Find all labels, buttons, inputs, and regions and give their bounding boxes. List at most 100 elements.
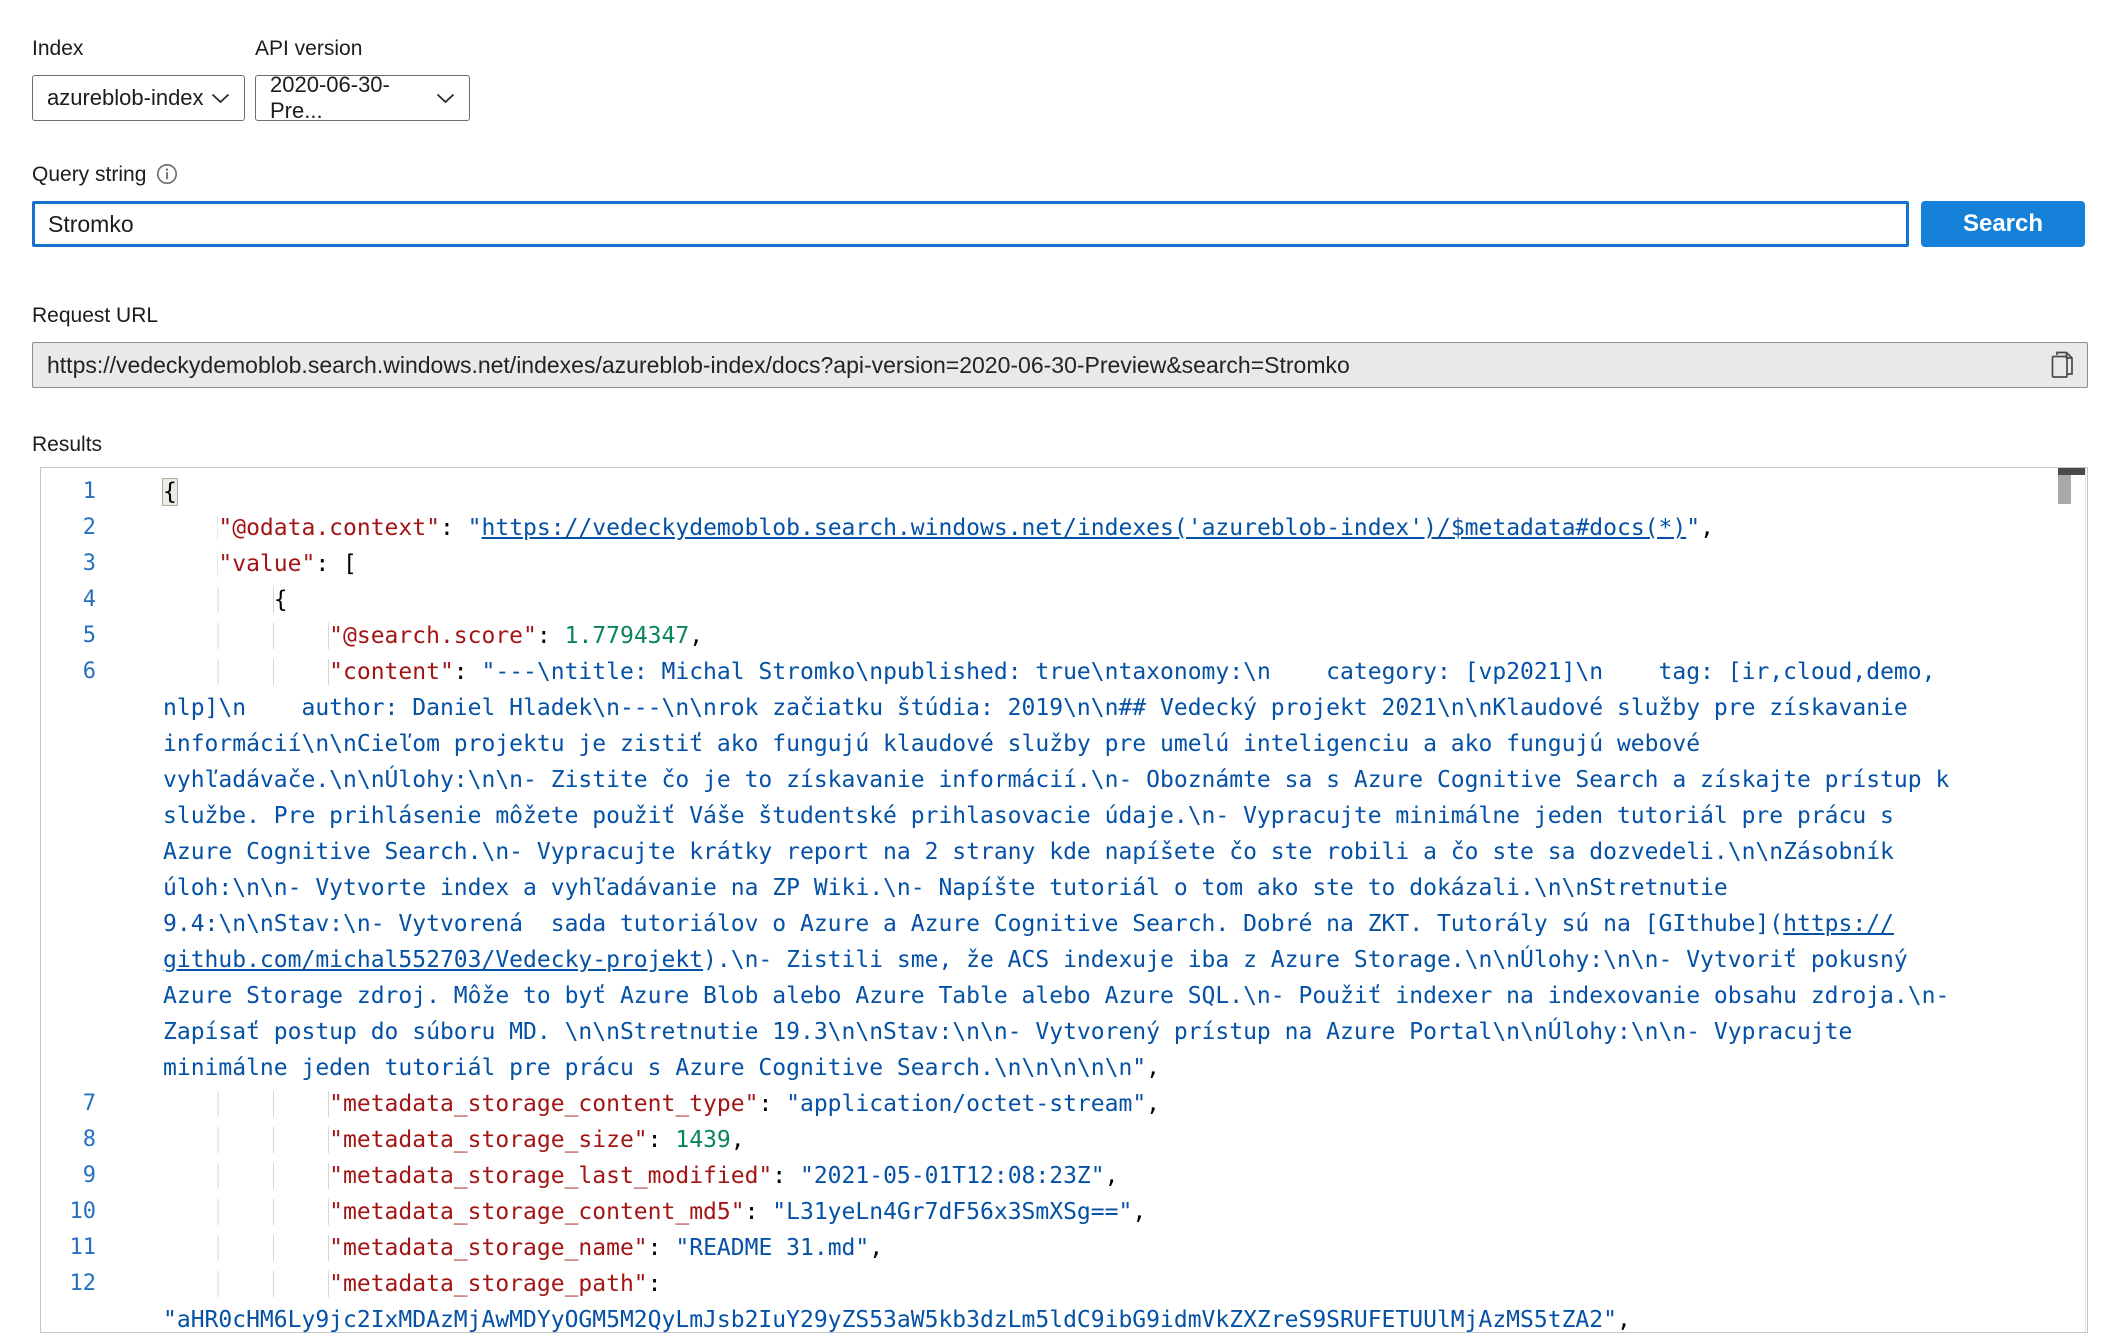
dropdown-labels-row: Index API version xyxy=(32,38,2088,59)
code-row: 12 "metadata_storage_path": xyxy=(41,1266,2087,1302)
code-row: úloh:\n\n- Vytvorte index a vyhľadávanie… xyxy=(41,870,2087,906)
code-row: 9.4:\n\nStav:\n- Vytvorená sada tutoriál… xyxy=(41,906,2087,942)
line-number xyxy=(41,870,96,906)
scrollbar-track[interactable] xyxy=(2085,468,2086,1332)
code-row: 3 "value": [ xyxy=(41,546,2087,582)
line-number: 8 xyxy=(41,1122,96,1158)
line-number xyxy=(41,762,96,798)
code-row: 2 "@odata.context": "https://vedeckydemo… xyxy=(41,510,2087,546)
code-row: nlp]\n author: Daniel Hladek\n---\n\nrok… xyxy=(41,690,2087,726)
request-url-value: https://vedeckydemoblob.search.windows.n… xyxy=(47,352,2049,379)
code-token xyxy=(163,1091,329,1117)
code-link[interactable]: https://vedeckydemoblob.search.windows.n… xyxy=(482,515,1687,541)
code-row: minimálne jeden tutoriál pre prácu s Azu… xyxy=(41,1050,2087,1086)
json-key: "metadata_storage_content_md5" xyxy=(329,1199,744,1225)
code-row: 1{ xyxy=(41,474,2087,510)
code-row: vyhľadávače.\n\nÚlohy:\n\n- Zistite čo j… xyxy=(41,762,2087,798)
code-row: 9 "metadata_storage_last_modified": "202… xyxy=(41,1158,2087,1194)
code-token: : xyxy=(648,1127,676,1153)
code-text: "metadata_storage_last_modified": "2021-… xyxy=(163,1158,1118,1194)
line-number xyxy=(41,906,96,942)
code-text: { xyxy=(163,474,177,510)
code-token: informácií\n\nCieľom projektu je zistiť … xyxy=(163,731,1700,757)
json-key: "metadata_storage_name" xyxy=(329,1235,648,1261)
code-token: službe. Pre prihlásenie môžete použiť Vá… xyxy=(163,803,1894,829)
code-row: Zapísať postup do súboru MD. \n\nStretnu… xyxy=(41,1014,2087,1050)
code-text: "aHR0cHM6Ly9jc2IxMDAzMjAwMDYyOGM5M2QyLmJ… xyxy=(163,1302,1631,1333)
code-token xyxy=(163,1199,329,1225)
code-token: 1.7794347 xyxy=(565,623,690,649)
code-token xyxy=(163,551,218,577)
code-row: službe. Pre prihlásenie môžete použiť Vá… xyxy=(41,798,2087,834)
request-url-box: https://vedeckydemoblob.search.windows.n… xyxy=(32,342,2088,388)
code-token: , xyxy=(1146,1055,1160,1081)
code-token: , xyxy=(1146,1091,1160,1117)
json-key: "metadata_storage_content_type" xyxy=(329,1091,758,1117)
code-text: "metadata_storage_content_md5": "L31yeLn… xyxy=(163,1194,1146,1230)
code-token xyxy=(163,1271,329,1297)
code-row: 7 "metadata_storage_content_type": "appl… xyxy=(41,1086,2087,1122)
search-explorer-page: Index API version azureblob-index 2020-0… xyxy=(32,0,2088,1333)
api-version-select[interactable]: 2020-06-30-Pre... xyxy=(255,75,470,121)
code-token: : xyxy=(440,515,468,541)
line-number: 2 xyxy=(41,510,96,546)
scrollbar-thumb[interactable] xyxy=(2058,475,2071,504)
code-text: github.com/michal552703/Vedecky-projekt)… xyxy=(163,942,1908,978)
code-text: Azure Storage zdroj. Môže to byť Azure B… xyxy=(163,978,1949,1014)
code-token: , xyxy=(1700,515,1714,541)
code-link[interactable]: https:// xyxy=(1783,911,1894,937)
code-token: vyhľadávače.\n\nÚlohy:\n\n- Zistite čo j… xyxy=(163,767,1949,793)
code-token: Azure Storage zdroj. Môže to byť Azure B… xyxy=(163,983,1949,1009)
code-text: { xyxy=(163,582,288,618)
code-text: "metadata_storage_name": "README 31.md", xyxy=(163,1230,883,1266)
code-row: informácií\n\nCieľom projektu je zistiť … xyxy=(41,726,2087,762)
code-token: Zapísať postup do súboru MD. \n\nStretnu… xyxy=(163,1019,1852,1045)
code-text: minimálne jeden tutoriál pre prácu s Azu… xyxy=(163,1050,1160,1086)
search-button[interactable]: Search xyxy=(1921,201,2085,247)
line-number: 4 xyxy=(41,582,96,618)
query-string-input[interactable] xyxy=(32,201,1909,247)
code-token: "L31yeLn4Gr7dF56x3SmXSg==" xyxy=(772,1199,1132,1225)
results-editor[interactable]: 1{2 "@odata.context": "https://vedeckyde… xyxy=(40,467,2088,1333)
code-row: 6 "content": "---\ntitle: Michal Stromko… xyxy=(41,654,2087,690)
index-select-value: azureblob-index xyxy=(47,85,204,111)
code-token xyxy=(163,1235,329,1261)
code-token: : xyxy=(454,659,482,685)
index-select[interactable]: azureblob-index xyxy=(32,75,245,121)
json-key: "metadata_storage_size" xyxy=(329,1127,648,1153)
results-label: Results xyxy=(32,434,2088,455)
line-number xyxy=(41,942,96,978)
json-key: "metadata_storage_last_modified" xyxy=(329,1163,772,1189)
code-token: , xyxy=(689,623,703,649)
code-link[interactable]: github.com/michal552703/Vedecky-projekt xyxy=(163,947,703,973)
code-row: "aHR0cHM6Ly9jc2IxMDAzMjAwMDYyOGM5M2QyLmJ… xyxy=(41,1302,2087,1333)
code-text: vyhľadávače.\n\nÚlohy:\n\n- Zistite čo j… xyxy=(163,762,1949,798)
copy-icon[interactable] xyxy=(2049,350,2075,380)
line-number: 10 xyxy=(41,1194,96,1230)
info-icon[interactable] xyxy=(156,163,178,185)
code-token: : [ xyxy=(315,551,357,577)
line-number: 5 xyxy=(41,618,96,654)
line-number xyxy=(41,798,96,834)
code-token: , xyxy=(1105,1163,1119,1189)
code-token: ).\n- Zistili sme, že ACS indexuje iba z… xyxy=(703,947,1908,973)
code-row: Azure Storage zdroj. Môže to byť Azure B… xyxy=(41,978,2087,1014)
code-text: "@search.score": 1.7794347, xyxy=(163,618,703,654)
code-token: : xyxy=(537,623,565,649)
code-token: 9.4:\n\nStav:\n- Vytvorená sada tutoriál… xyxy=(163,911,1783,937)
code-token: { xyxy=(163,479,177,505)
code-text: úloh:\n\n- Vytvorte index a vyhľadávanie… xyxy=(163,870,1728,906)
dropdowns-row: azureblob-index 2020-06-30-Pre... xyxy=(32,75,2088,121)
code-token xyxy=(163,623,329,649)
code-token: Azure Cognitive Search.\n- Vypracujte kr… xyxy=(163,839,1894,865)
line-number: 11 xyxy=(41,1230,96,1266)
code-token: , xyxy=(731,1127,745,1153)
request-url-label: Request URL xyxy=(32,305,2088,326)
code-token: "2021-05-01T12:08:23Z" xyxy=(800,1163,1105,1189)
code-text: Azure Cognitive Search.\n- Vypracujte kr… xyxy=(163,834,1894,870)
index-label: Index xyxy=(32,38,255,59)
json-key: "value" xyxy=(218,551,315,577)
api-version-label: API version xyxy=(255,38,362,59)
code-row: 5 "@search.score": 1.7794347, xyxy=(41,618,2087,654)
code-token: 1439 xyxy=(675,1127,730,1153)
